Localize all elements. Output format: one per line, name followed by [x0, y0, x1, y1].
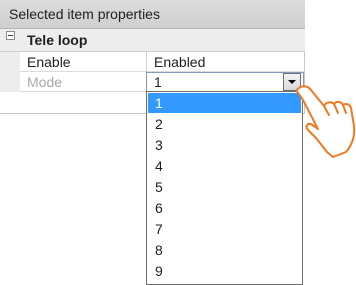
dropdown-option-5[interactable]: 5 — [148, 177, 301, 197]
row-indent — [0, 72, 20, 92]
dropdown-option-6[interactable]: 6 — [148, 198, 301, 218]
dropdown-option-9[interactable]: 9 — [148, 261, 301, 281]
property-name-enable: Enable — [27, 54, 71, 70]
dropdown-option-7[interactable]: 7 — [148, 219, 301, 239]
panel-header: Selected item properties — [0, 0, 305, 29]
screenshot-stage: Selected item properties Tele loop Enabl… — [0, 0, 356, 285]
mode-dropdown-list[interactable]: 1 2 3 4 5 6 7 8 9 — [146, 91, 303, 285]
pointing-hand-icon — [295, 85, 356, 158]
dropdown-option-2[interactable]: 2 — [148, 114, 301, 134]
dropdown-option-1[interactable]: 1 — [148, 93, 301, 113]
property-value-enable[interactable]: Enabled — [154, 54, 205, 70]
mode-combobox[interactable] — [146, 72, 304, 92]
collapse-toggle-icon[interactable] — [6, 31, 15, 40]
category-label: Tele loop — [27, 32, 88, 48]
dropdown-option-4[interactable]: 4 — [148, 156, 301, 176]
property-name-mode: Mode — [27, 74, 63, 90]
row-indent — [0, 52, 20, 72]
mode-combobox-value[interactable]: 1 — [154, 74, 162, 90]
dropdown-option-3[interactable]: 3 — [148, 135, 301, 155]
dropdown-option-8[interactable]: 8 — [148, 240, 301, 260]
panel-title: Selected item properties — [9, 6, 160, 22]
